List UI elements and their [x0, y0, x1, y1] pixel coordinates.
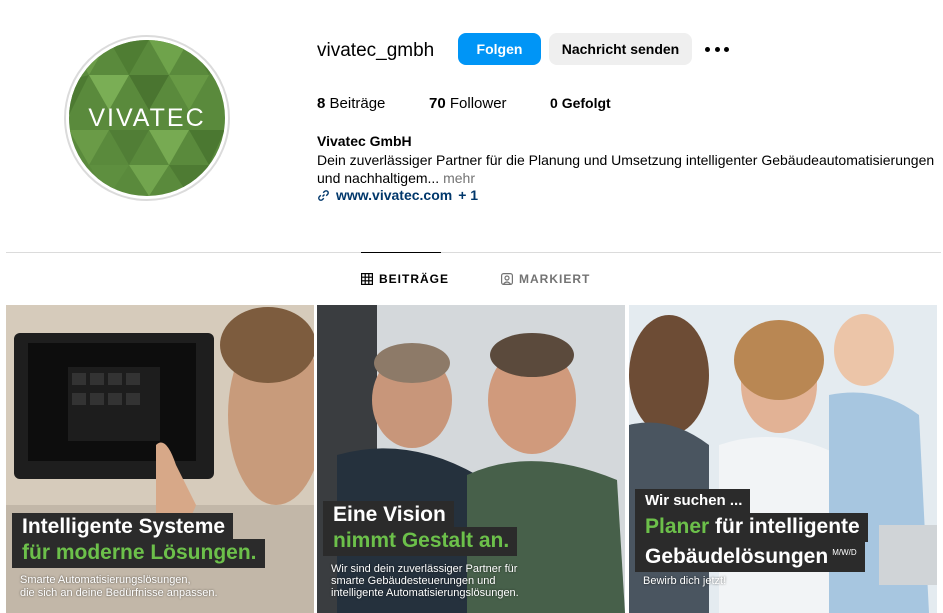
posts-count-value: 8: [317, 95, 326, 112]
post-tile[interactable]: Intelligente Systeme für moderne Lösunge…: [6, 305, 314, 613]
dot: [714, 46, 720, 52]
tagged-icon: [501, 273, 513, 285]
tab-tagged[interactable]: MARKIERT: [501, 272, 590, 286]
dot: [724, 46, 729, 52]
bio-more-link[interactable]: mehr: [443, 170, 475, 186]
tabs-divider: [6, 252, 941, 253]
follow-button[interactable]: Folgen: [458, 33, 541, 65]
full-name: Vivatec GmbH: [317, 133, 412, 149]
post-headline-line1: Eine Vision: [323, 501, 454, 530]
followers-count-label: Follower: [449, 95, 507, 112]
grid-icon: [361, 273, 373, 285]
more-horizontal-icon[interactable]: [705, 40, 729, 58]
bio: Dein zuverlässiger Partner für die Planu…: [317, 151, 942, 187]
post-headline-highlight: Planer: [645, 515, 710, 538]
post-kicker: Wir suchen ...: [635, 489, 751, 514]
following-count-value: 0: [550, 95, 558, 111]
followers-count-value: 70: [429, 95, 446, 112]
message-button[interactable]: Nachricht senden: [549, 33, 692, 65]
post-headline-suffix: M/W/D: [832, 548, 857, 557]
avatar-wordmark: VIVATEC: [88, 104, 206, 132]
post-headline-rest: für intelligente: [709, 515, 860, 538]
post-caption-line1: Smarte Automatisierungslösungen,: [20, 574, 191, 586]
following-count-label: Gefolgt: [561, 95, 611, 111]
tab-tagged-label: MARKIERT: [519, 272, 591, 286]
username: vivatec_gmbh: [317, 40, 435, 61]
active-tab-indicator: [361, 252, 441, 253]
post-tile[interactable]: Wir suchen ... Planer für intelligente G…: [629, 305, 937, 613]
website-link[interactable]: www.vivatec.com + 1: [317, 187, 478, 203]
bio-text: Dein zuverlässiger Partner für die Planu…: [317, 152, 935, 186]
post-headline-line2: für moderne Lösungen.: [12, 539, 265, 568]
link-icon: [318, 189, 329, 201]
post-headline-line2: nimmt Gestalt an.: [323, 527, 518, 556]
post-tile[interactable]: Eine Vision nimmt Gestalt an. Wir sind d…: [317, 305, 625, 613]
post-headline-line1: Intelligente Systeme: [12, 513, 234, 542]
website-link-text: www.vivatec.com: [336, 187, 453, 203]
followers-count[interactable]: 70 Follower: [429, 95, 507, 112]
avatar[interactable]: VIVATEC: [69, 40, 225, 196]
following-count[interactable]: 0 Gefolgt: [550, 95, 611, 111]
post-caption-line3: intelligente Automatisierungslösungen.: [331, 587, 519, 599]
tab-posts-label: BEITRÄGE: [379, 272, 450, 286]
dot: [705, 46, 710, 52]
post-headline-line2-text: Gebäudelösungen: [645, 545, 829, 568]
post-caption-line1: Bewirb dich jetzt!: [643, 575, 727, 587]
tab-posts[interactable]: BEITRÄGE: [361, 272, 449, 286]
website-link-extra: + 1: [458, 187, 479, 203]
post-headline-line2: Gebäudelösungen M/W/D: [635, 539, 865, 572]
posts-count: 8 Beiträge: [317, 95, 385, 112]
posts-count-label: Beiträge: [329, 95, 386, 112]
post-headline-line1: Planer für intelligente: [635, 513, 868, 542]
post-caption-line2: die sich an deine Bedürfnisse anpassen.: [20, 587, 218, 599]
